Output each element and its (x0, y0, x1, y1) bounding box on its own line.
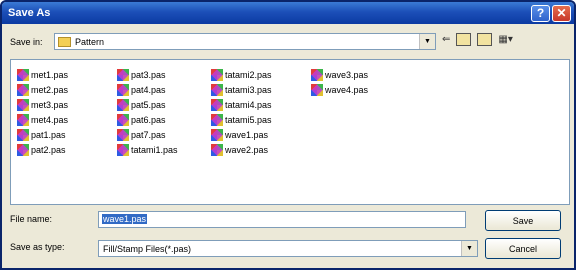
file-column-3: tatami2.pas tatami3.pas tatami4.pas tata… (211, 67, 272, 157)
title-bar-buttons: ? ✕ (531, 4, 571, 22)
file-item[interactable]: pat7.pas (117, 127, 178, 142)
save-as-type-label: Save as type: (10, 242, 65, 252)
pas-file-icon (117, 113, 129, 126)
pas-file-icon (211, 128, 223, 141)
pas-file-icon (117, 83, 129, 96)
save-as-type-row: Save as type: Fill/Stamp Files(*.pas) ▼ … (10, 238, 570, 260)
save-in-dropdown[interactable]: Pattern ▼ (54, 33, 436, 50)
pas-file-icon (311, 68, 323, 81)
pas-file-icon (117, 128, 129, 141)
file-item[interactable]: pat1.pas (17, 127, 68, 142)
cancel-button[interactable]: Cancel (485, 238, 561, 259)
pas-file-icon (17, 113, 29, 126)
file-name-row: File name: wave1.pas Save (10, 210, 570, 232)
file-item[interactable]: tatami4.pas (211, 97, 272, 112)
view-menu-icon[interactable]: ▦▾ (498, 34, 512, 45)
pas-file-icon (211, 113, 223, 126)
file-item[interactable]: wave2.pas (211, 142, 272, 157)
pas-file-icon (17, 68, 29, 81)
pas-file-icon (17, 128, 29, 141)
chevron-down-icon[interactable]: ▼ (461, 241, 477, 256)
file-item[interactable]: tatami3.pas (211, 82, 272, 97)
pas-file-icon (211, 143, 223, 156)
file-item[interactable]: pat5.pas (117, 97, 178, 112)
file-item[interactable]: wave4.pas (311, 82, 368, 97)
pas-file-icon (117, 143, 129, 156)
close-button[interactable]: ✕ (552, 4, 571, 22)
back-icon[interactable]: ⇐ (442, 34, 450, 45)
up-folder-icon[interactable] (456, 33, 472, 46)
pas-file-icon (17, 83, 29, 96)
save-in-row: Save in: Pattern ▼ ⇐ ▦▾ (10, 32, 570, 52)
file-item[interactable]: pat6.pas (117, 112, 178, 127)
file-item[interactable]: met3.pas (17, 97, 68, 112)
file-name-value: wave1.pas (102, 214, 148, 224)
new-folder-icon[interactable] (477, 33, 493, 46)
pas-file-icon (17, 143, 29, 156)
file-item[interactable]: pat4.pas (117, 82, 178, 97)
pas-file-icon (211, 68, 223, 81)
title-bar[interactable]: Save As ? ✕ (2, 2, 574, 24)
pas-file-icon (311, 83, 323, 96)
file-item[interactable]: met1.pas (17, 67, 68, 82)
save-in-label: Save in: (10, 37, 43, 47)
pas-file-icon (211, 83, 223, 96)
file-list[interactable]: met1.pas met2.pas met3.pas met4.pas pat1… (10, 59, 570, 205)
help-button[interactable]: ? (531, 4, 550, 22)
save-in-value: Pattern (75, 36, 105, 47)
save-button[interactable]: Save (485, 210, 561, 231)
pas-file-icon (117, 98, 129, 111)
file-name-label: File name: (10, 214, 53, 224)
toolbar-icons: ⇐ ▦▾ (442, 33, 513, 46)
save-as-dialog: Save As ? ✕ Save in: Pattern ▼ ⇐ ▦▾ met1… (0, 0, 576, 270)
file-item[interactable]: pat3.pas (117, 67, 178, 82)
file-item[interactable]: met4.pas (17, 112, 68, 127)
file-item[interactable]: wave1.pas (211, 127, 272, 142)
file-column-1: met1.pas met2.pas met3.pas met4.pas pat1… (17, 67, 68, 157)
file-column-2: pat3.pas pat4.pas pat5.pas pat6.pas pat7… (117, 67, 178, 157)
file-name-input[interactable]: wave1.pas (98, 211, 466, 228)
pas-file-icon (117, 68, 129, 81)
file-item[interactable]: pat2.pas (17, 142, 68, 157)
pas-file-icon (211, 98, 223, 111)
file-column-4: wave3.pas wave4.pas (311, 67, 368, 97)
pas-file-icon (17, 98, 29, 111)
file-item[interactable]: tatami2.pas (211, 67, 272, 82)
file-item[interactable]: tatami1.pas (117, 142, 178, 157)
chevron-down-icon[interactable]: ▼ (419, 34, 435, 49)
folder-icon (58, 36, 71, 47)
file-item[interactable]: tatami5.pas (211, 112, 272, 127)
save-as-type-value: Fill/Stamp Files(*.pas) (103, 243, 192, 254)
file-item[interactable]: wave3.pas (311, 67, 368, 82)
save-as-type-dropdown[interactable]: Fill/Stamp Files(*.pas) ▼ (98, 240, 478, 257)
file-item[interactable]: met2.pas (17, 82, 68, 97)
dialog-title: Save As (8, 7, 51, 19)
